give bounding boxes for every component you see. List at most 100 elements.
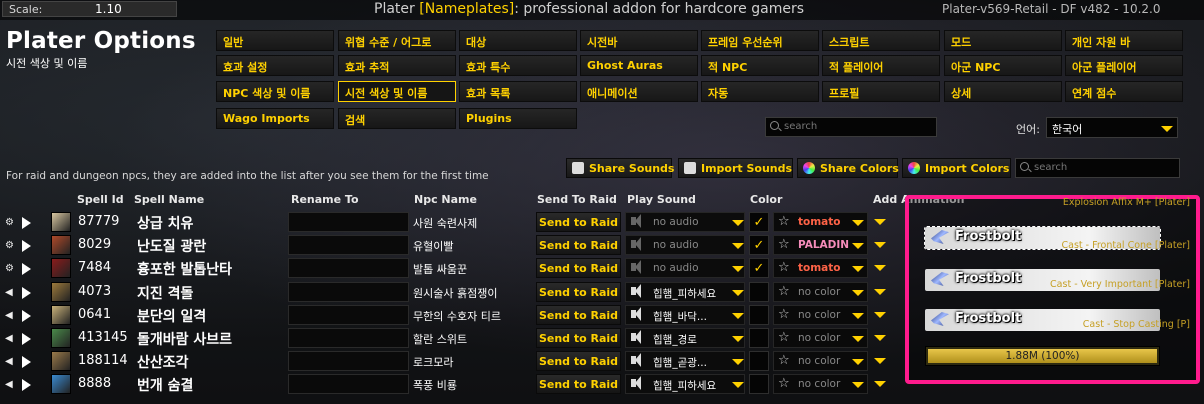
- sound-dropdown[interactable]: 힙햄_피하세요: [625, 374, 745, 395]
- tab-2-5[interactable]: 프로필: [822, 81, 940, 102]
- tab-1-1[interactable]: 효과 추적: [338, 55, 456, 76]
- tab-2-0[interactable]: NPC 색상 및 이름: [216, 81, 334, 102]
- animation-dropdown[interactable]: [874, 358, 886, 365]
- color-dropdown[interactable]: ☆ no color: [773, 328, 868, 348]
- play-icon[interactable]: [22, 356, 31, 369]
- col-spell-name[interactable]: Spell Name: [134, 193, 204, 206]
- tab-3-0[interactable]: Wago Imports: [216, 108, 334, 129]
- gear-icon[interactable]: ⚙: [5, 217, 14, 228]
- color-dropdown[interactable]: ☆ PALADIN: [773, 235, 868, 256]
- color-checkbox[interactable]: ✓: [749, 258, 769, 279]
- col-rename-to[interactable]: Rename To: [291, 193, 359, 206]
- sound-dropdown[interactable]: no audio: [625, 235, 745, 256]
- animation-dropdown[interactable]: [874, 311, 886, 318]
- col-color[interactable]: Color: [750, 193, 782, 206]
- tab-1-3[interactable]: Ghost Auras: [580, 55, 698, 76]
- color-dropdown[interactable]: ☆ tomato: [773, 258, 868, 279]
- tab-1-4[interactable]: 적 NPC: [701, 55, 819, 76]
- tab-2-1[interactable]: 시전 색상 및 이름: [338, 81, 456, 102]
- send-to-raid-button[interactable]: Send to Raid: [536, 212, 621, 232]
- speaker-icon[interactable]: ◀: [5, 287, 13, 298]
- speaker-icon[interactable]: ◀: [5, 356, 13, 367]
- send-to-raid-button[interactable]: Send to Raid: [536, 258, 621, 279]
- search-input[interactable]: search: [765, 117, 937, 137]
- send-to-raid-button[interactable]: Send to Raid: [536, 374, 621, 395]
- animation-dropdown[interactable]: [874, 288, 886, 295]
- tab-2-7[interactable]: 연계 점수: [1065, 81, 1183, 102]
- animation-dropdown[interactable]: [874, 242, 886, 249]
- scale-slider[interactable]: Scale: 1.10: [2, 1, 177, 17]
- sound-dropdown[interactable]: no audio: [625, 258, 745, 279]
- color-checkbox[interactable]: [749, 351, 769, 372]
- sound-dropdown[interactable]: 힙햄_곧광...: [625, 351, 745, 372]
- play-icon[interactable]: [22, 333, 31, 345]
- gear-icon[interactable]: ⚙: [5, 240, 14, 251]
- tab-0-6[interactable]: 모드: [944, 30, 1062, 51]
- speaker-icon[interactable]: ◀: [5, 379, 13, 390]
- rename-input[interactable]: [288, 328, 409, 348]
- tab-0-7[interactable]: 개인 자원 바: [1065, 30, 1183, 51]
- color-dropdown[interactable]: ☆ no color: [773, 281, 868, 302]
- tab-2-3[interactable]: 애니메이션: [580, 81, 698, 102]
- animation-dropdown[interactable]: [874, 335, 886, 341]
- color-checkbox[interactable]: [749, 374, 769, 395]
- tab-3-2[interactable]: Plugins: [459, 108, 577, 129]
- color-checkbox[interactable]: [749, 304, 769, 325]
- play-icon[interactable]: [22, 379, 31, 392]
- play-icon[interactable]: [22, 217, 31, 229]
- play-icon[interactable]: [22, 263, 31, 276]
- tab-1-6[interactable]: 아군 NPC: [944, 55, 1062, 76]
- send-to-raid-button[interactable]: Send to Raid: [536, 351, 621, 372]
- animation-dropdown[interactable]: [874, 265, 886, 272]
- send-to-raid-button[interactable]: Send to Raid: [536, 281, 621, 302]
- rename-input[interactable]: [288, 374, 409, 395]
- col-npc-name[interactable]: Npc Name: [414, 193, 477, 206]
- col-spell-id[interactable]: Spell Id: [77, 193, 124, 206]
- tab-2-4[interactable]: 자동: [701, 81, 819, 102]
- language-select[interactable]: 한국어: [1046, 117, 1178, 138]
- tab-0-2[interactable]: 대상: [459, 30, 577, 51]
- sound-dropdown[interactable]: no audio: [625, 212, 745, 232]
- tab-3-1[interactable]: 검색: [338, 108, 456, 129]
- tab-0-3[interactable]: 시전바: [580, 30, 698, 51]
- import-sounds-button[interactable]: Import Sounds: [678, 158, 793, 178]
- speaker-icon[interactable]: ◀: [5, 310, 13, 321]
- col-play-sound[interactable]: Play Sound: [627, 193, 696, 206]
- rename-input[interactable]: [288, 258, 409, 279]
- speaker-icon[interactable]: ◀: [5, 333, 13, 344]
- tab-2-6[interactable]: 상세: [944, 81, 1062, 102]
- send-to-raid-button[interactable]: Send to Raid: [536, 328, 621, 348]
- sound-dropdown[interactable]: 힙햄_피하세요: [625, 281, 745, 302]
- color-dropdown[interactable]: ☆ tomato: [773, 212, 868, 232]
- rename-input[interactable]: [288, 212, 409, 232]
- rename-input[interactable]: [288, 235, 409, 256]
- import-colors-button[interactable]: Import Colors: [902, 158, 1011, 178]
- send-to-raid-button[interactable]: Send to Raid: [536, 304, 621, 325]
- tab-1-7[interactable]: 아군 플레이어: [1065, 55, 1183, 76]
- play-icon[interactable]: [22, 309, 31, 322]
- color-checkbox[interactable]: [749, 281, 769, 302]
- sound-dropdown[interactable]: 힙햄_바닥...: [625, 304, 745, 325]
- play-icon[interactable]: [22, 240, 31, 253]
- tab-0-1[interactable]: 위협 수준 / 어그로: [338, 30, 456, 51]
- tab-0-4[interactable]: 프레임 우선순위: [701, 30, 819, 51]
- gear-icon[interactable]: ⚙: [5, 263, 14, 274]
- color-dropdown[interactable]: ☆ no color: [773, 374, 868, 395]
- color-checkbox[interactable]: [749, 328, 769, 348]
- tab-0-5[interactable]: 스크립트: [822, 30, 940, 51]
- send-to-raid-button[interactable]: Send to Raid: [536, 235, 621, 256]
- col-send-to-raid[interactable]: Send To Raid: [537, 193, 617, 206]
- tab-2-2[interactable]: 효과 목록: [459, 81, 577, 102]
- share-sounds-button[interactable]: Share Sounds: [566, 158, 674, 178]
- tab-1-0[interactable]: 효과 설정: [216, 55, 334, 76]
- play-icon[interactable]: [22, 286, 31, 299]
- rename-input[interactable]: [288, 351, 409, 372]
- color-checkbox[interactable]: ✓: [749, 235, 769, 256]
- animation-dropdown[interactable]: [874, 381, 886, 388]
- tab-0-0[interactable]: 일반: [216, 30, 334, 51]
- sound-dropdown[interactable]: 힙햄_경로: [625, 328, 745, 348]
- table-search-input[interactable]: search: [1015, 158, 1180, 178]
- animation-dropdown[interactable]: [874, 219, 886, 225]
- share-colors-button[interactable]: Share Colors: [797, 158, 899, 178]
- rename-input[interactable]: [288, 281, 409, 302]
